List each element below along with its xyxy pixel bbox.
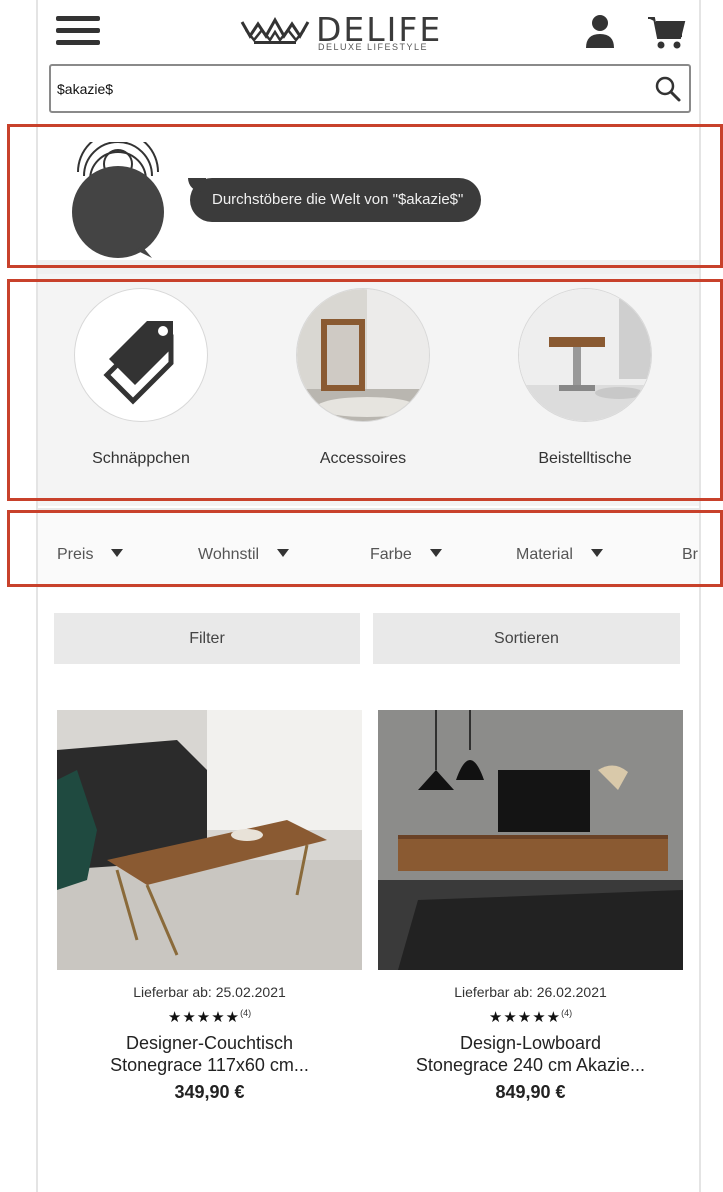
filter-button[interactable]: Filter: [54, 613, 360, 664]
star-rating: ★★★★★: [488, 1009, 562, 1026]
logo[interactable]: DELIFE DELUXE LIFESTYLE: [240, 10, 460, 52]
header: DELIFE DELUXE LIFESTYLE: [38, 0, 699, 60]
account-icon[interactable]: [584, 14, 616, 50]
product-image[interactable]: [378, 710, 683, 970]
search-input[interactable]: [57, 76, 617, 102]
product-name: Design-Lowboard Stonegrace 240 cm Akazie.…: [378, 1032, 683, 1076]
highlight-categories: [7, 279, 723, 501]
product-name-line2: Stonegrace 117x60 cm...: [110, 1055, 309, 1075]
lowboard-photo: [378, 710, 683, 970]
highlight-voice-banner: [7, 124, 723, 268]
highlight-facets: [7, 510, 723, 587]
delivery-date: Lieferbar ab: 26.02.2021: [454, 984, 607, 1000]
menu-icon[interactable]: [56, 16, 100, 46]
product-name-line2: Stonegrace 240 cm Akazie...: [415, 1055, 646, 1075]
rating-count: (4): [240, 1008, 252, 1018]
product-price: 849,90 €: [495, 1082, 566, 1102]
product-price: 349,90 €: [174, 1082, 245, 1102]
star-rating: ★★★★★: [167, 1009, 241, 1026]
sort-button[interactable]: Sortieren: [373, 613, 680, 664]
product-image[interactable]: [57, 710, 362, 970]
product-name-line1: Designer-Couchtisch: [125, 1033, 294, 1053]
search-icon[interactable]: [653, 74, 683, 104]
coffee-table-photo: [57, 710, 362, 970]
search-bar: [49, 64, 691, 113]
product-name: Designer-Couchtisch Stonegrace 117x60 cm.…: [57, 1032, 362, 1076]
delivery-date: Lieferbar ab: 25.02.2021: [133, 984, 286, 1000]
product-name-line1: Design-Lowboard: [459, 1033, 602, 1053]
cart-icon[interactable]: [646, 14, 686, 50]
rating-stars: ★★★★★(4): [57, 1008, 362, 1026]
logo-subtitle: DELUXE LIFESTYLE: [318, 42, 429, 52]
crown-logo-icon: [240, 16, 310, 44]
rating-count: (4): [561, 1008, 573, 1018]
product-card[interactable]: Lieferbar ab: 25.02.2021 ★★★★★(4) Design…: [57, 710, 362, 1103]
rating-stars: ★★★★★(4): [378, 1008, 683, 1026]
product-card[interactable]: Lieferbar ab: 26.02.2021 ★★★★★(4) Design…: [378, 710, 683, 1103]
